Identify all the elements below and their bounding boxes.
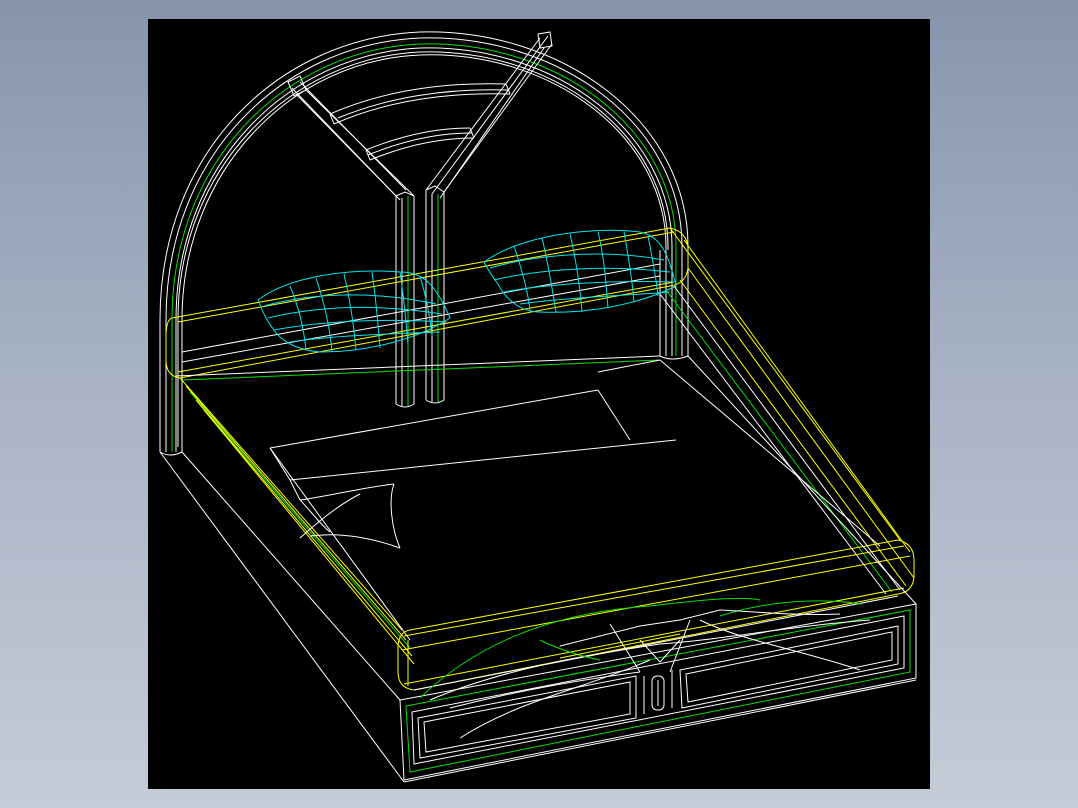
pillow-right (484, 230, 676, 312)
footboard-panel (400, 598, 916, 780)
bed-wireframe-drawing (148, 19, 930, 789)
floor-base-lines (160, 356, 916, 782)
headboard-slats (330, 84, 510, 160)
foot-rail (398, 540, 914, 690)
cad-viewport[interactable] (148, 19, 930, 789)
folded-sheet (300, 484, 400, 548)
bed-side-rails (180, 228, 914, 664)
